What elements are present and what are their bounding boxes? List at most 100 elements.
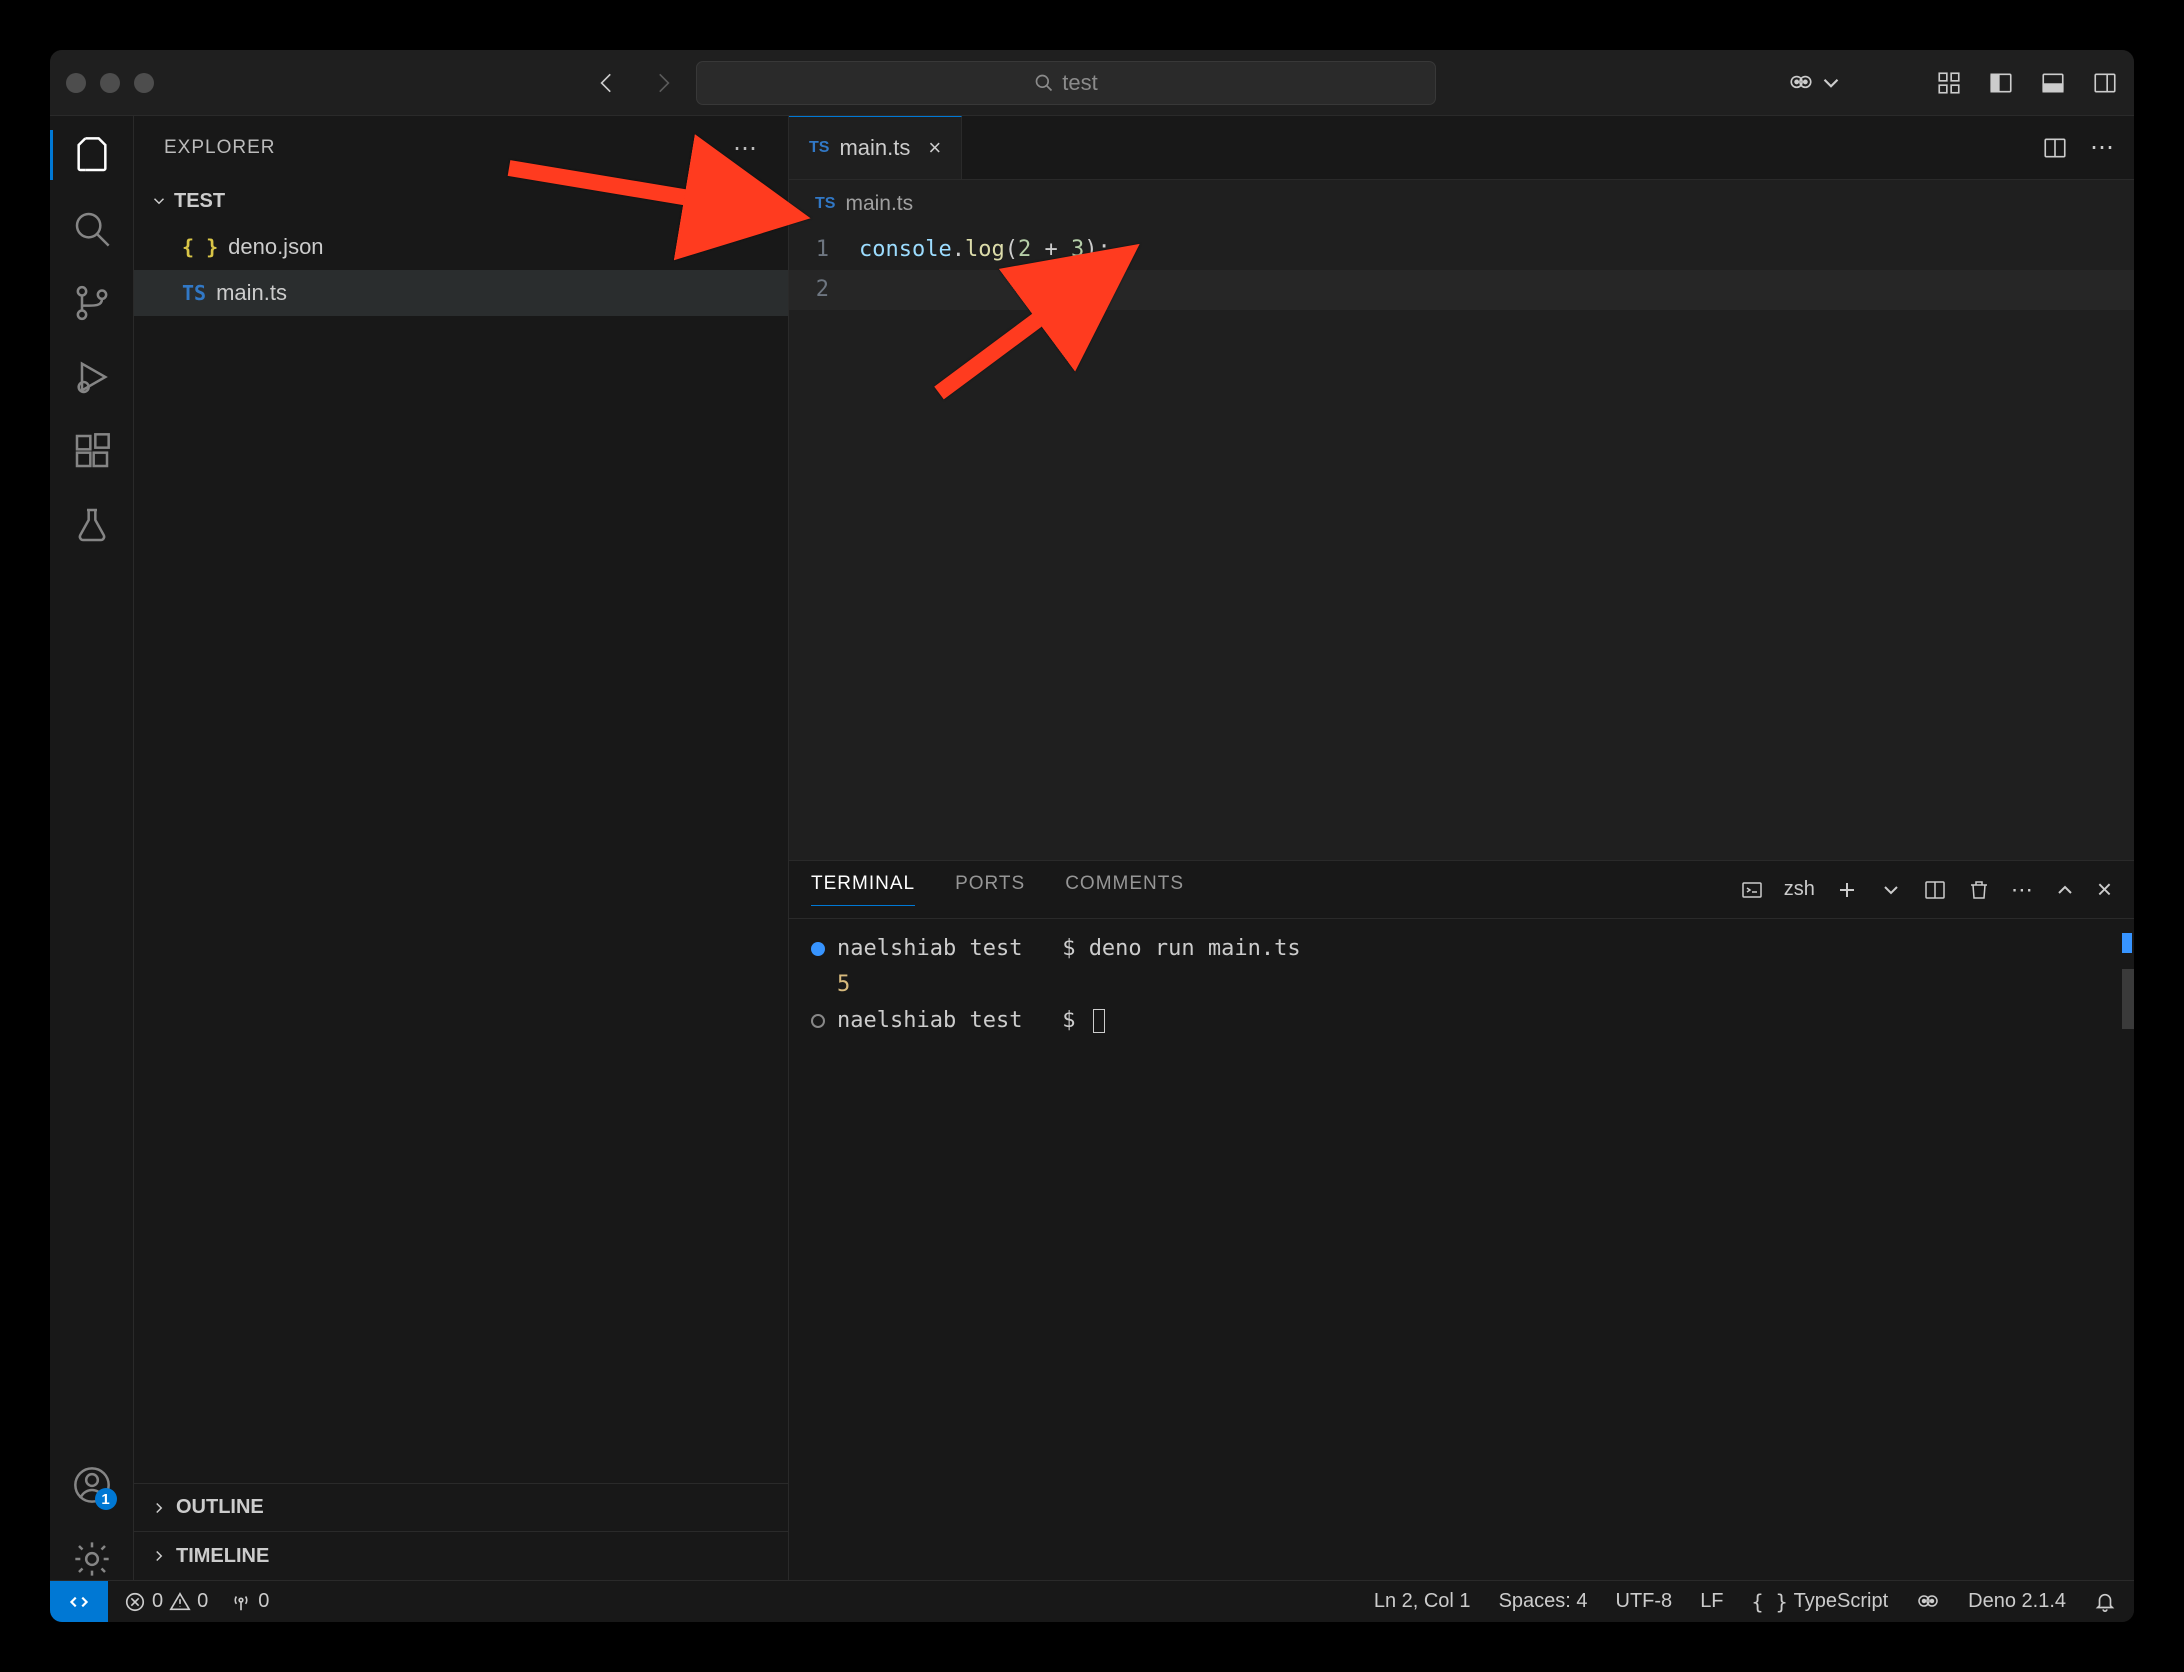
activity-testing[interactable] (71, 504, 113, 546)
folder-header[interactable]: TEST (134, 180, 788, 222)
new-terminal-icon[interactable] (1835, 878, 1859, 902)
split-editor-icon[interactable] (2042, 135, 2068, 161)
status-ports[interactable]: 0 (230, 1590, 269, 1613)
terminal-cwd: test (969, 1003, 1022, 1039)
status-runtime[interactable]: Deno 2.1.4 (1968, 1590, 2066, 1613)
chevron-up-icon[interactable] (2053, 878, 2077, 902)
layout-customize-icon[interactable] (1936, 70, 1962, 96)
title-bar-actions (1788, 70, 2118, 96)
status-indent[interactable]: Spaces: 4 (1499, 1590, 1588, 1613)
file-name: main.ts (216, 280, 287, 306)
breadcrumb[interactable]: TS main.ts (789, 180, 2134, 228)
chevron-down-icon[interactable] (1879, 878, 1903, 902)
activity-extensions[interactable] (71, 430, 113, 472)
panel-tab-terminal[interactable]: TERMINAL (811, 873, 915, 906)
status-eol[interactable]: LF (1700, 1590, 1723, 1613)
sidebar-header: EXPLORER ⋯ (134, 116, 788, 180)
outline-section[interactable]: OUTLINE (134, 1484, 788, 1532)
activity-accounts[interactable]: 1 (71, 1464, 113, 1506)
radio-tower-icon (230, 1591, 252, 1613)
prompt-bullet-icon (811, 942, 825, 956)
panel-tab-ports[interactable]: PORTS (955, 873, 1025, 906)
status-encoding[interactable]: UTF-8 (1616, 1590, 1673, 1613)
copilot-status-icon[interactable] (1916, 1590, 1940, 1614)
sidebar-bottom: OUTLINE TIMELINE (134, 1483, 788, 1580)
activity-settings[interactable] (71, 1538, 113, 1580)
terminal-profile-icon[interactable] (1740, 878, 1764, 902)
activity-explorer[interactable] (71, 134, 113, 176)
status-problems[interactable]: 0 0 (124, 1590, 208, 1613)
bottom-panel: TERMINAL PORTS COMMENTS zsh ⋯ × (789, 860, 2134, 1580)
remote-icon (66, 1589, 92, 1615)
chevron-down-icon (1818, 70, 1844, 96)
terminal-line: naelshiab test $ deno run main.ts (811, 931, 2112, 967)
split-terminal-icon[interactable] (1923, 878, 1947, 902)
toggle-secondary-sidebar-icon[interactable] (2092, 70, 2118, 96)
activity-run-debug[interactable] (71, 356, 113, 398)
close-tab-icon[interactable]: × (928, 135, 941, 161)
code-editor[interactable]: 1console.log(2 + 3);2 (789, 228, 2134, 860)
toggle-panel-icon[interactable] (2040, 70, 2066, 96)
terminal-line: naelshiab test $ (811, 1003, 2112, 1039)
more-actions-icon[interactable]: ⋯ (2090, 133, 2114, 162)
terminal-scrollbar[interactable] (2122, 969, 2134, 1029)
editor-line[interactable]: 1console.log(2 + 3); (789, 230, 2134, 270)
ports-count: 0 (258, 1590, 269, 1613)
trash-icon[interactable] (1967, 878, 1991, 902)
status-cursor-pos[interactable]: Ln 2, Col 1 (1374, 1590, 1471, 1613)
line-number: 2 (789, 270, 859, 310)
outline-label: OUTLINE (176, 1496, 264, 1519)
file-icon: TS (182, 281, 206, 305)
title-bar: test (50, 50, 2134, 116)
back-icon[interactable] (594, 70, 620, 96)
status-left: 0 0 0 (108, 1590, 269, 1613)
copilot-button[interactable] (1788, 70, 1844, 96)
code-content: console.log(2 + 3); (859, 230, 1111, 270)
terminal-line: 5 (811, 967, 2112, 1003)
window-controls (66, 73, 154, 93)
terminal-view[interactable]: naelshiab test $ deno run main.ts5naelsh… (789, 919, 2134, 1580)
command-center-search[interactable]: test (696, 61, 1436, 105)
editor-line[interactable]: 2 (789, 270, 2134, 310)
file-item-main-ts[interactable]: TS main.ts (134, 270, 788, 316)
play-bug-icon (72, 357, 112, 397)
maximize-window-icon[interactable] (134, 73, 154, 93)
sidebar-more-icon[interactable]: ⋯ (733, 134, 758, 163)
close-window-icon[interactable] (66, 73, 86, 93)
file-name: deno.json (228, 234, 323, 260)
toggle-sidebar-icon[interactable] (1988, 70, 2014, 96)
editor-group: TS main.ts × ⋯ TS main.ts (789, 116, 2134, 1580)
remote-indicator[interactable] (50, 1581, 108, 1622)
close-panel-icon[interactable]: × (2097, 874, 2112, 905)
language-label: TypeScript (1794, 1590, 1888, 1613)
panel-tab-comments[interactable]: COMMENTS (1065, 873, 1184, 906)
accounts-badge: 1 (95, 1488, 117, 1510)
ts-file-icon: TS (809, 139, 829, 157)
status-language[interactable]: { } TypeScript (1752, 1590, 1889, 1614)
bell-icon[interactable] (2094, 1591, 2116, 1613)
forward-icon[interactable] (650, 70, 676, 96)
terminal-cwd: test (969, 931, 1022, 967)
activity-search[interactable] (71, 208, 113, 250)
terminal-shell-label[interactable]: zsh (1784, 878, 1815, 901)
timeline-section[interactable]: TIMELINE (134, 1532, 788, 1580)
breadcrumb-label: main.ts (845, 192, 913, 216)
more-icon[interactable]: ⋯ (2011, 877, 2033, 903)
editor-actions: ⋯ (2042, 116, 2134, 179)
errors-count: 0 (152, 1590, 163, 1613)
chevron-right-icon (150, 1547, 168, 1565)
tab-main-ts[interactable]: TS main.ts × (789, 116, 962, 179)
nav-history (594, 70, 676, 96)
chevron-right-icon (150, 1499, 168, 1517)
minimize-window-icon[interactable] (100, 73, 120, 93)
line-number: 1 (789, 230, 859, 270)
ts-file-icon: TS (815, 195, 835, 213)
workbench-body: 1 EXPLORER ⋯ TEST { }deno.jsonTSmain.ts … (50, 116, 2134, 1580)
activity-bar: 1 (50, 116, 134, 1580)
file-tree: { }deno.json TS main.ts (134, 222, 788, 316)
activity-source-control[interactable] (71, 282, 113, 324)
file-item-deno-json[interactable]: { }deno.json (134, 224, 788, 270)
terminal-command: deno run main.ts (1089, 931, 1301, 967)
vscode-window: test (50, 50, 2134, 1622)
search-icon (72, 209, 112, 249)
